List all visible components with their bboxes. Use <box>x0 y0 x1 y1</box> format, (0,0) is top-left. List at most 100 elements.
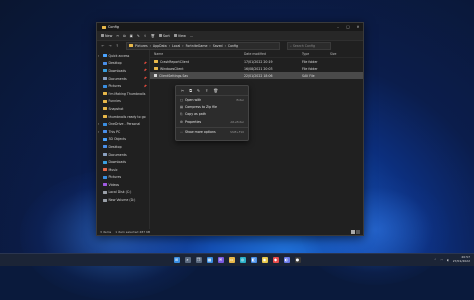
context-menu-item[interactable]: ⚙ Properties Alt+Enter <box>176 118 248 125</box>
share-button[interactable]: ⇪ <box>144 34 147 38</box>
file-explorer-icon[interactable]: ▭ <box>228 257 235 263</box>
sidebar-item[interactable]: New Volume (D:) <box>97 196 149 204</box>
more-button[interactable]: ... <box>190 34 193 38</box>
network-icon[interactable]: ◠ <box>440 258 443 262</box>
search-input[interactable]: ⌕ Search Config <box>287 41 331 50</box>
sidebar-item[interactable]: Videos <box>97 181 149 189</box>
copy-button[interactable]: ⧉ <box>123 34 125 38</box>
sidebar-item[interactable]: 3D Objects <box>97 136 149 144</box>
store-icon[interactable]: ◧ <box>250 257 257 263</box>
sidebar-item[interactable]: Pictures <box>97 174 149 182</box>
context-menu-item[interactable]: ⋯ Show more options Shift+F10 <box>176 129 248 136</box>
context-menu-item[interactable]: ▢ Open with Enter <box>176 96 248 103</box>
file-row[interactable]: WindowsClient 16/08/2021 20:03 File folder <box>150 65 363 72</box>
delete-button[interactable]: 🗑 <box>151 34 155 38</box>
chevron-right-icon[interactable]: › <box>98 122 101 126</box>
sidebar-item[interactable]: Desktop 📌 <box>97 60 149 68</box>
cut-icon[interactable]: ✂ <box>181 88 184 93</box>
share-icon[interactable]: ⇪ <box>205 88 208 93</box>
copy-icon[interactable]: ⧉ <box>189 88 192 93</box>
delete-icon[interactable]: 🗑 <box>213 88 218 93</box>
sidebar-item[interactable]: Music <box>97 166 149 174</box>
edge-icon[interactable]: ◎ <box>239 257 246 263</box>
menu-item-label: Show more options <box>185 130 216 135</box>
new-button[interactable]: New <box>101 34 112 38</box>
search-icon[interactable]: ⌕ <box>184 257 191 263</box>
copy-icon: ⧉ <box>123 33 126 38</box>
details-view-button[interactable] <box>351 230 355 234</box>
sidebar-item[interactable]: › OneDrive - Personal <box>97 120 149 128</box>
chevron-right-icon[interactable]: › <box>98 130 101 134</box>
chat-icon[interactable]: ✉ <box>217 257 224 263</box>
sidebar-item[interactable]: Documents 📌 <box>97 75 149 83</box>
address-bar[interactable]: Pictures › AppData › Local › FortniteGame › … <box>126 41 280 50</box>
rename-icon[interactable]: ✎ <box>197 88 200 93</box>
start-icon[interactable]: ⊞ <box>173 257 180 263</box>
breadcrumb-2[interactable]: Local <box>172 44 180 48</box>
context-menu-item[interactable]: ⎘ Copy as path <box>176 111 248 118</box>
menu-item-label: Compress to Zip file <box>185 105 218 110</box>
discord-icon[interactable]: ◐ <box>283 257 290 263</box>
chevron-up-icon[interactable]: ⌃ <box>434 258 437 262</box>
menu-separator <box>176 126 248 128</box>
sidebar-item-label: Desktop <box>108 144 122 149</box>
sidebar-item-label: Pictures <box>108 175 122 180</box>
maximize-button[interactable]: □ <box>343 25 353 29</box>
forward-icon[interactable]: → <box>108 44 112 48</box>
breadcrumb-separator: › <box>149 43 151 48</box>
sort-icon <box>158 34 162 37</box>
paste-button[interactable]: ▣ <box>130 34 133 38</box>
breadcrumb-1[interactable]: AppData <box>153 44 167 48</box>
title-bar[interactable]: Config – □ ✕ <box>97 23 363 31</box>
rename-button[interactable]: ✎ <box>137 34 140 38</box>
sidebar-item[interactable]: Snapshot <box>97 105 149 113</box>
widgets-icon[interactable]: ▦ <box>206 257 213 263</box>
sidebar-item[interactable]: › Quick access <box>97 52 149 60</box>
app-icon[interactable]: ◆ <box>272 257 279 263</box>
volume-icon[interactable]: ◖ <box>447 258 449 262</box>
column-size[interactable]: Size <box>330 52 350 56</box>
sidebar-item[interactable]: Downloads <box>97 158 149 166</box>
file-date: 17/01/2022 20:19 <box>244 59 273 64</box>
sidebar-item-label: Documents <box>108 76 127 81</box>
sidebar-item[interactable]: Downloads 📌 <box>97 67 149 75</box>
task-view-icon[interactable]: ❐ <box>195 257 202 263</box>
column-type[interactable]: Type <box>302 52 330 56</box>
sidebar-item-label: 3D Objects <box>108 137 127 142</box>
column-name[interactable]: Name <box>150 52 244 56</box>
sidebar-item[interactable]: Documents <box>97 151 149 159</box>
file-row[interactable]: CrashReportClient 17/01/2022 20:19 File fo… <box>150 58 363 65</box>
documents-icon <box>103 77 107 81</box>
up-icon[interactable]: ↑ <box>115 44 119 48</box>
breadcrumb-3[interactable]: FortniteGame <box>186 44 208 48</box>
close-button[interactable]: ✕ <box>353 25 363 29</box>
obs-icon[interactable]: ● <box>294 257 301 263</box>
back-icon[interactable]: ← <box>101 44 105 48</box>
selection-info: 1 item selected 487 KB <box>115 230 151 234</box>
sidebar-item[interactable]: thumbnails ready to go <box>97 113 149 121</box>
context-menu-item[interactable]: ▤ Compress to Zip file <box>176 103 248 110</box>
tab-config[interactable]: Config <box>102 24 119 30</box>
breadcrumb-4[interactable]: Saved <box>213 44 223 48</box>
drive-icon <box>103 190 107 194</box>
view-button[interactable]: View <box>173 34 186 38</box>
cut-button[interactable]: ✂ <box>116 34 119 38</box>
breadcrumb-separator: › <box>182 43 184 48</box>
file-row[interactable]: ClientSettings.Sav 22/01/2022 18:06 SAV Fi… <box>150 72 363 79</box>
sidebar-item[interactable]: I'm Making Thumbnails <box>97 90 149 98</box>
clock[interactable]: 20:57 27/01/2022 <box>453 256 470 263</box>
breadcrumb-5[interactable]: Config <box>228 44 238 48</box>
sidebar-item[interactable]: › This PC <box>97 128 149 136</box>
sidebar-item[interactable]: Desktop <box>97 143 149 151</box>
minimize-button[interactable]: – <box>333 25 343 29</box>
chevron-right-icon[interactable]: › <box>98 54 101 58</box>
sidebar-item[interactable]: Local Disk (C:) <box>97 189 149 197</box>
tiles-view-button[interactable] <box>356 230 360 234</box>
column-date[interactable]: Date modified <box>244 52 302 56</box>
sidebar-item[interactable]: Pictures 📌 <box>97 82 149 90</box>
sidebar-item-label: OneDrive - Personal <box>108 122 141 127</box>
breadcrumb-0[interactable]: Pictures <box>135 44 148 48</box>
sidebar-item[interactable]: Funnies <box>97 98 149 106</box>
sort-button[interactable]: Sort <box>158 34 170 38</box>
chrome-icon[interactable]: ◉ <box>261 257 268 263</box>
